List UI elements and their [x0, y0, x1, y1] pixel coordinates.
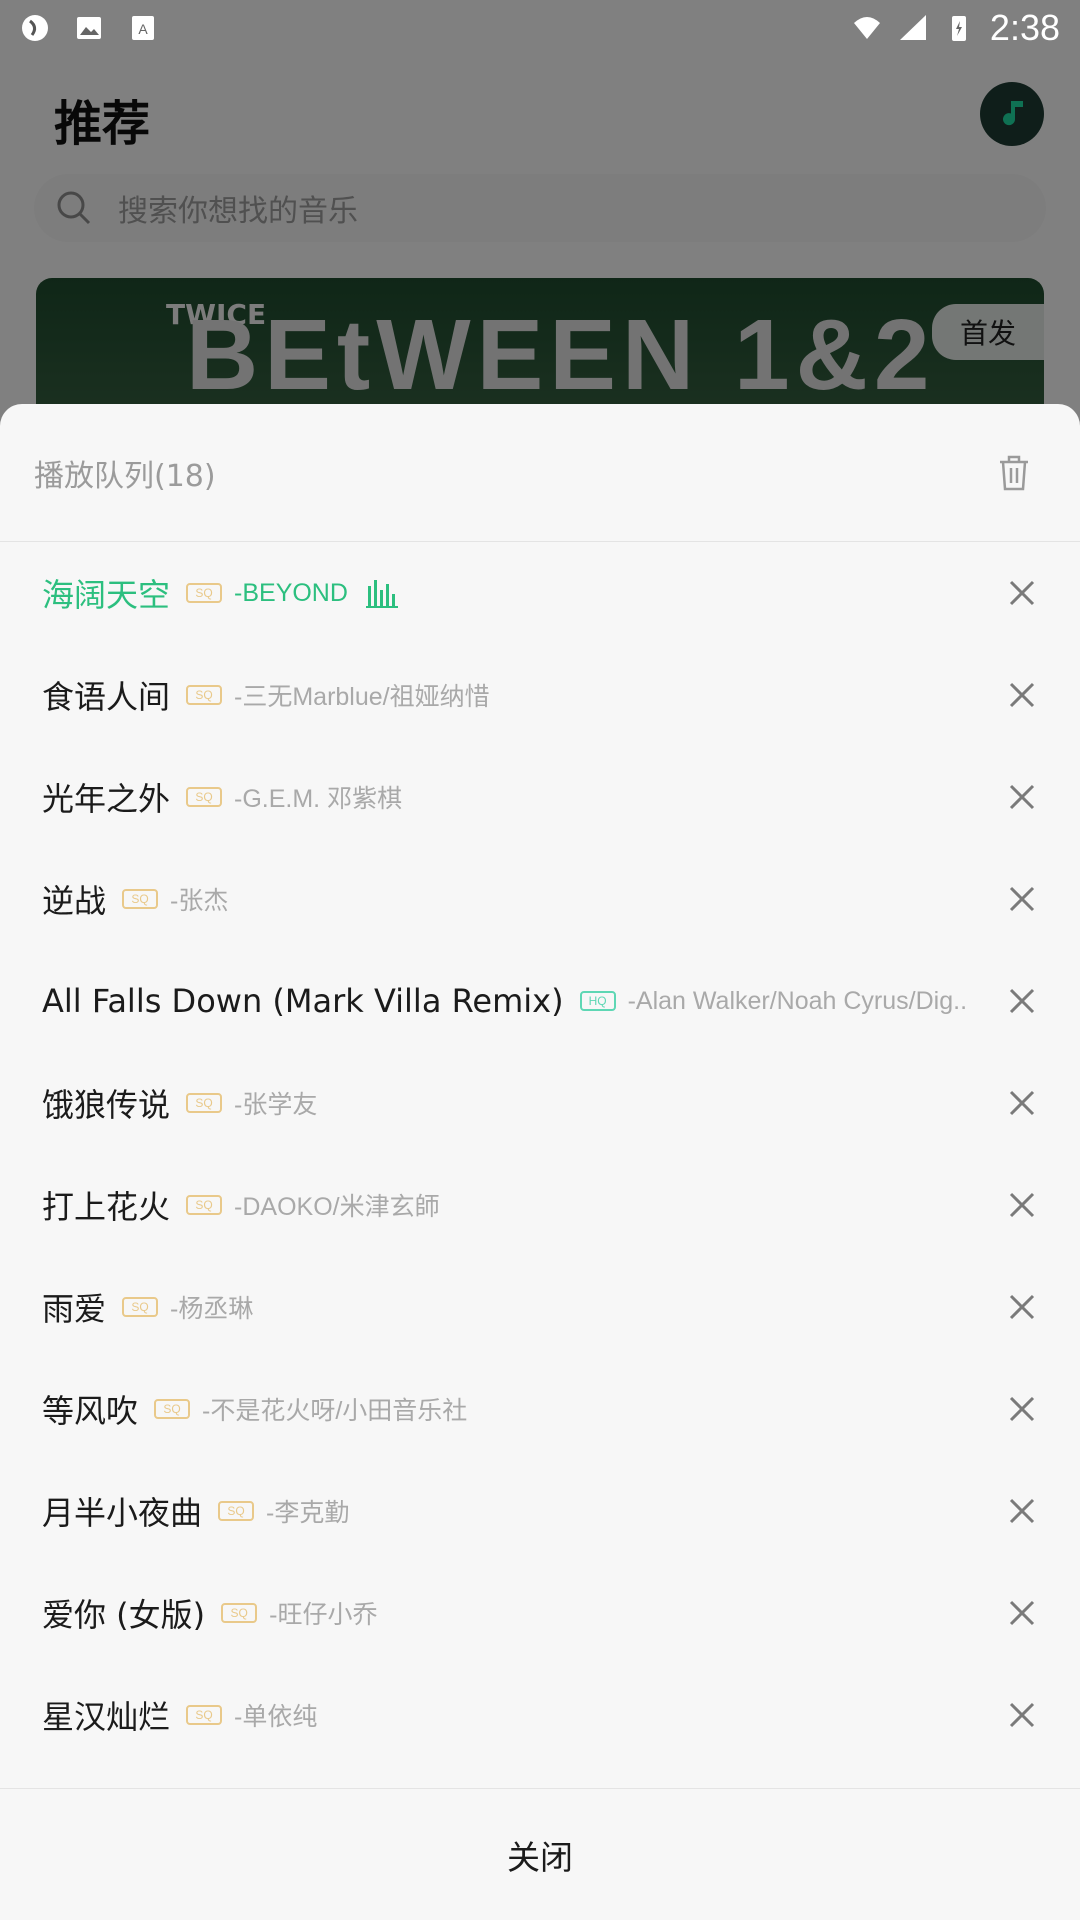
quality-badge: SQ — [122, 889, 159, 909]
song-title: 等风吹 — [42, 1392, 139, 1430]
trash-icon[interactable] — [996, 453, 1032, 493]
app-notification-icon — [22, 15, 48, 41]
play-queue-sheet: 播放队列(18) 海阔天空 SQ -BEYOND 食语人间 SQ -三无Marblue/祖… — [0, 404, 1080, 1920]
song-artist: -单依纯 — [234, 1703, 318, 1731]
close-icon[interactable] — [1006, 577, 1038, 609]
quality-badge: SQ — [186, 1705, 223, 1725]
queue-item[interactable]: 海阔天空 SQ -BEYOND — [0, 542, 1080, 644]
now-playing-icon — [365, 580, 398, 608]
close-button[interactable]: 关闭 — [507, 1831, 573, 1879]
song-artist: -不是花火呀/小田音乐社 — [202, 1397, 468, 1425]
close-icon[interactable] — [1006, 1189, 1038, 1221]
queue-item[interactable]: 饿狼传说 SQ -张学友 — [0, 1052, 1080, 1154]
close-icon[interactable] — [1006, 1495, 1038, 1527]
status-bar: A 2:38 — [0, 0, 1080, 56]
quality-badge: SQ — [186, 787, 223, 807]
song-title: All Falls Down (Mark Villa Remix) — [42, 982, 564, 1020]
song-title: 雨爱 — [42, 1290, 107, 1328]
close-icon[interactable] — [1006, 1699, 1038, 1731]
quality-badge: SQ — [122, 1297, 159, 1317]
song-artist: -旺仔小乔 — [269, 1601, 378, 1629]
song-artist: -Alan Walker/Noah Cyrus/Dig.. — [627, 986, 968, 1015]
queue-item[interactable]: 等风吹 SQ -不是花火呀/小田音乐社 — [0, 1358, 1080, 1460]
song-artist: -李克勤 — [266, 1499, 350, 1527]
queue-item[interactable]: All Falls Down (Mark Villa Remix) HQ -Alan… — [0, 950, 1080, 1052]
song-artist: -三无Marblue/祖娅纳惜 — [234, 683, 490, 711]
close-icon[interactable] — [1006, 781, 1038, 813]
close-icon[interactable] — [1006, 1393, 1038, 1425]
song-title: 打上花火 — [42, 1188, 171, 1226]
close-icon[interactable] — [1006, 883, 1038, 915]
queue-item[interactable]: 星汉灿烂 SQ -单依纯 — [0, 1664, 1080, 1766]
close-icon[interactable] — [1006, 679, 1038, 711]
signal-icon — [899, 15, 926, 40]
wifi-icon — [853, 17, 880, 39]
song-artist: -G.E.M. 邓紫棋 — [234, 785, 403, 813]
image-notification-icon — [77, 17, 101, 39]
quality-badge: SQ — [218, 1501, 255, 1521]
queue-title: 播放队列(18) — [34, 458, 216, 494]
quality-badge: HQ — [579, 991, 616, 1011]
song-artist: -张学友 — [234, 1091, 318, 1119]
song-title: 饿狼传说 — [42, 1086, 171, 1124]
queue-item[interactable]: 光年之外 SQ -G.E.M. 邓紫棋 — [0, 746, 1080, 848]
quality-badge: SQ — [221, 1603, 258, 1623]
quality-badge: SQ — [186, 1195, 223, 1215]
song-title: 爱你 (女版) — [42, 1596, 206, 1634]
quality-badge: SQ — [186, 685, 223, 705]
song-title: 海阔天空 — [42, 576, 171, 614]
queue-header: 播放队列(18) — [0, 404, 1080, 542]
quality-badge: SQ — [154, 1399, 191, 1419]
queue-item[interactable]: 打上花火 SQ -DAOKO/米津玄師 — [0, 1154, 1080, 1256]
song-artist: -杨丞琳 — [170, 1295, 254, 1323]
close-icon[interactable] — [1006, 1597, 1038, 1629]
queue-footer: 关闭 — [0, 1788, 1080, 1920]
close-icon[interactable] — [1006, 1291, 1038, 1323]
song-title: 月半小夜曲 — [42, 1494, 203, 1532]
queue-item[interactable]: 雨爱 SQ -杨丞琳 — [0, 1256, 1080, 1358]
song-title: 食语人间 — [42, 678, 171, 716]
close-icon[interactable] — [1006, 985, 1038, 1017]
queue-item[interactable]: 食语人间 SQ -三无Marblue/祖娅纳惜 — [0, 644, 1080, 746]
song-artist: -张杰 — [170, 887, 229, 915]
song-artist: -DAOKO/米津玄師 — [234, 1193, 440, 1221]
song-title: 星汉灿烂 — [42, 1698, 171, 1736]
battery-icon — [951, 16, 966, 41]
close-icon[interactable] — [1006, 1087, 1038, 1119]
song-artist: -BEYOND — [234, 578, 348, 607]
text-notification-icon: A — [132, 16, 154, 40]
queue-list: 海阔天空 SQ -BEYOND 食语人间 SQ -三无Marblue/祖娅纳惜光年之外 SQ… — [0, 542, 1080, 1766]
status-time: 2:38 — [989, 7, 1060, 48]
queue-item[interactable]: 逆战 SQ -张杰 — [0, 848, 1080, 950]
quality-badge: SQ — [186, 583, 223, 603]
queue-item[interactable]: 爱你 (女版) SQ -旺仔小乔 — [0, 1562, 1080, 1664]
svg-text:A: A — [138, 21, 148, 37]
song-title: 光年之外 — [42, 780, 171, 818]
song-title: 逆战 — [42, 882, 107, 920]
queue-item[interactable]: 月半小夜曲 SQ -李克勤 — [0, 1460, 1080, 1562]
quality-badge: SQ — [186, 1093, 223, 1113]
